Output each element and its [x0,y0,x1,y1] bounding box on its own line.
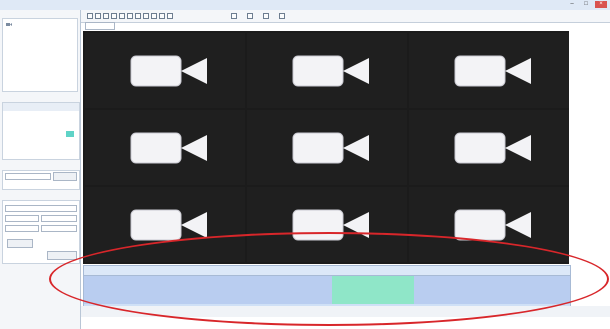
camera-icon [453,55,533,87]
camera-icon [453,132,533,164]
calendar-day[interactable] [16,113,24,119]
zoom-icon[interactable] [247,13,253,19]
camera-tile[interactable] [409,33,569,108]
timeline[interactable] [83,265,571,307]
camera-icon [291,55,371,87]
camera-icon [129,55,209,87]
calendar-day[interactable] [46,122,54,128]
device-tree[interactable] [2,18,78,92]
motion-segment[interactable] [331,276,415,304]
camera-icon [129,132,209,164]
calendar[interactable] [2,102,80,160]
calendar-day[interactable] [66,149,74,155]
search-box [2,170,80,190]
play-icon[interactable] [87,13,93,19]
camera-grid [83,31,569,264]
calendar-day[interactable] [26,113,34,119]
camera-tile[interactable] [85,110,245,185]
filter-field-4[interactable] [5,225,39,232]
calendar-day[interactable] [46,131,54,137]
camera-icon [129,209,209,241]
calendar-day[interactable] [26,122,34,128]
camera-tile[interactable] [247,110,407,185]
calendar-day[interactable] [56,149,64,155]
filter-field-3[interactable] [41,215,77,222]
calendar-day[interactable] [6,122,14,128]
camera-icon [291,209,371,241]
camera-tile[interactable] [247,33,407,108]
next-icon[interactable] [127,13,133,19]
calendar-day[interactable] [56,113,64,119]
tab-playback[interactable] [85,22,115,30]
clear-button[interactable] [47,251,77,260]
filter-field-1[interactable] [5,205,77,212]
search-start-button[interactable] [7,239,33,248]
camera-group-icon [6,23,12,26]
calendar-day[interactable] [26,149,34,155]
filter-box [2,200,80,264]
clip-icon[interactable] [159,13,165,19]
calendar-day[interactable] [66,131,74,137]
status-bar [81,306,610,317]
camera-tile[interactable] [409,187,569,262]
calendar-day[interactable] [16,131,24,137]
calendar-day[interactable] [66,113,74,119]
playback-toolbar [81,10,610,30]
camera-icon [453,209,533,241]
fast-icon[interactable] [143,13,149,19]
minimize-button[interactable]: – [566,1,578,8]
calendar-header [3,103,79,111]
calendar-day[interactable] [36,122,44,128]
camera-tile[interactable] [85,33,245,108]
camera-icon [291,132,371,164]
camera-tile[interactable] [247,187,407,262]
calendar-day[interactable] [16,149,24,155]
calendar-day[interactable] [36,140,44,146]
search-button[interactable] [53,172,77,181]
prev-icon[interactable] [119,13,125,19]
calendar-day[interactable] [66,140,74,146]
tab-2[interactable] [27,92,53,98]
calendar-day[interactable] [66,122,74,128]
camera-tile[interactable] [85,187,245,262]
settings-icon[interactable] [231,13,237,19]
recording-bar[interactable] [84,276,570,304]
calendar-day[interactable] [46,140,54,146]
rewind-icon[interactable] [103,13,109,19]
calendar-day[interactable] [16,122,24,128]
close-button[interactable]: × [595,1,607,8]
view-tabs [2,92,78,98]
calendar-day[interactable] [36,131,44,137]
search-field[interactable] [5,173,51,180]
close-icon[interactable] [279,13,285,19]
filter-field-5[interactable] [41,225,77,232]
tab-1[interactable] [2,92,27,98]
calendar-day[interactable] [46,149,54,155]
calendar-day[interactable] [56,131,64,137]
calendar-day[interactable] [26,140,34,146]
calendar-day[interactable] [6,113,14,119]
snapshot-icon[interactable] [151,13,157,19]
export-icon[interactable] [263,13,269,19]
calendar-day[interactable] [6,131,14,137]
calendar-day[interactable] [36,113,44,119]
layout-icon[interactable] [167,13,173,19]
calendar-day[interactable] [36,149,44,155]
maximize-button[interactable]: □ [580,1,592,8]
calendar-day[interactable] [56,122,64,128]
calendar-day[interactable] [16,140,24,146]
tab-3[interactable] [53,92,78,98]
filter-field-2[interactable] [5,215,39,222]
calendar-day[interactable] [6,140,14,146]
calendar-day[interactable] [6,149,14,155]
forward-icon[interactable] [111,13,117,19]
calendar-day[interactable] [46,113,54,119]
calendar-day[interactable] [56,140,64,146]
slow-icon[interactable] [135,13,141,19]
camera-tile[interactable] [409,110,569,185]
time-ruler[interactable] [84,266,570,276]
stop-icon[interactable] [95,13,101,19]
left-panel [0,10,81,329]
calendar-day[interactable] [26,131,34,137]
